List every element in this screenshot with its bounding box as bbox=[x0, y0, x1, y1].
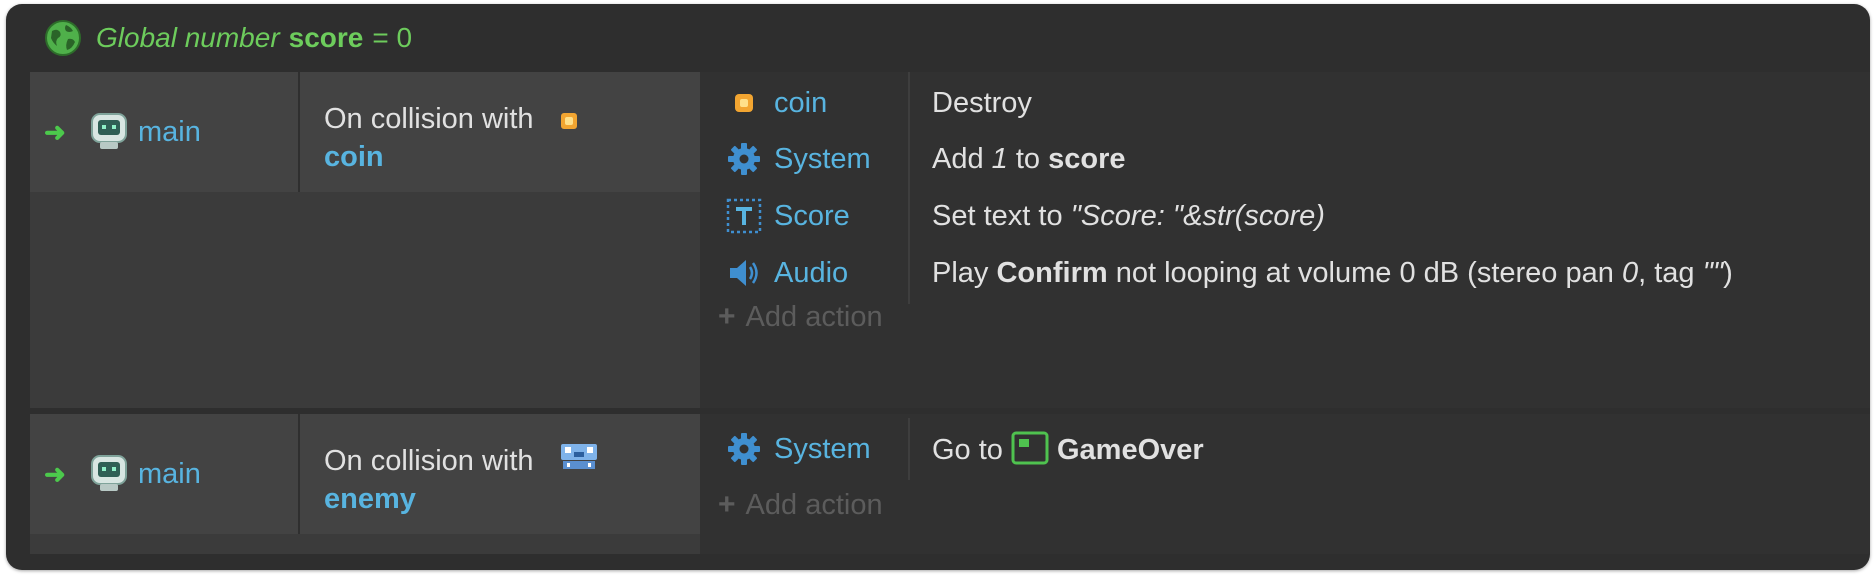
global-variable-row[interactable]: Global number score = 0 bbox=[6, 4, 1870, 72]
condition-label: On collision with bbox=[324, 103, 534, 135]
plus-icon: + bbox=[718, 488, 736, 521]
action-text[interactable]: Set text to "Score: "&str(score) bbox=[910, 200, 1325, 233]
action-row[interactable]: Score Set text to "Score: "&str(score) bbox=[700, 185, 1870, 247]
condition-param: coin bbox=[324, 141, 384, 173]
action-param: 1 bbox=[991, 142, 1008, 175]
global-keyword: Global number bbox=[96, 22, 280, 53]
action-object-name: System bbox=[774, 432, 871, 465]
plus-icon: + bbox=[718, 300, 736, 333]
action-list: coin Destroy System Add 1 to score Score… bbox=[700, 72, 1870, 408]
action-text-part: Add bbox=[932, 142, 992, 175]
condition-param: enemy bbox=[324, 483, 416, 515]
gear-icon bbox=[728, 143, 760, 175]
coin-icon bbox=[735, 94, 753, 112]
robot-icon bbox=[91, 113, 127, 149]
event-block[interactable]: ➜ main On collision with coin coin Destr… bbox=[30, 72, 1870, 408]
action-param: "" bbox=[1702, 256, 1724, 289]
action-text-part: Go to bbox=[932, 434, 1011, 466]
action-param: score bbox=[1048, 142, 1126, 175]
add-action-button[interactable]: + Add action bbox=[718, 300, 883, 334]
condition[interactable]: ➜ main On collision with coin bbox=[30, 72, 700, 192]
layout-icon bbox=[1011, 431, 1049, 465]
action-text-part: Play bbox=[932, 256, 997, 289]
action-param: "Score: "&str(score) bbox=[1070, 199, 1325, 232]
global-variable-value: = 0 bbox=[372, 22, 413, 53]
action-object[interactable]: System bbox=[700, 128, 910, 190]
action-text[interactable]: Add 1 to score bbox=[910, 143, 1126, 176]
action-row[interactable]: System Add 1 to score bbox=[700, 128, 1870, 190]
action-text[interactable]: Destroy bbox=[910, 87, 1032, 120]
action-object[interactable]: coin bbox=[700, 72, 910, 134]
condition[interactable]: ➜ main On collision with enemy bbox=[30, 414, 700, 534]
action-row[interactable]: System Go to GameOver bbox=[700, 418, 1870, 480]
action-row[interactable]: Audio Play Confirm not looping at volume… bbox=[700, 242, 1870, 304]
speaker-icon bbox=[730, 260, 758, 286]
action-object-name: Score bbox=[774, 199, 850, 232]
action-object[interactable]: Audio bbox=[700, 242, 910, 304]
enemy-sprite-icon bbox=[560, 444, 597, 469]
object-name: main bbox=[138, 457, 201, 490]
globe-icon bbox=[45, 20, 81, 56]
coin-icon bbox=[560, 113, 577, 129]
action-object-name: Audio bbox=[774, 256, 849, 289]
action-object[interactable]: System bbox=[700, 418, 910, 480]
add-action-label: Add action bbox=[745, 488, 883, 521]
action-text[interactable]: Play Confirm not looping at volume 0 dB … bbox=[910, 257, 1733, 290]
action-text[interactable]: Go to GameOver bbox=[910, 431, 1204, 467]
condition-text[interactable]: On collision with coin bbox=[300, 72, 578, 192]
action-object[interactable]: Score bbox=[700, 185, 910, 247]
action-param: Confirm bbox=[996, 256, 1108, 289]
arrow-right-icon: ➜ bbox=[44, 458, 66, 489]
action-object-name: System bbox=[774, 142, 871, 175]
global-variable-name: score bbox=[288, 22, 364, 53]
add-action-button[interactable]: + Add action bbox=[718, 488, 883, 522]
condition-object[interactable]: ➜ main bbox=[30, 72, 300, 192]
condition-label: On collision with bbox=[324, 445, 534, 477]
action-param: GameOver bbox=[1057, 434, 1204, 466]
event-sheet: Global number score = 0 ➜ main On collis… bbox=[6, 4, 1870, 570]
arrow-right-icon: ➜ bbox=[44, 116, 66, 147]
action-list: System Go to GameOver + Add action bbox=[700, 414, 1870, 554]
action-text-part: to bbox=[1007, 142, 1049, 175]
action-text-part: not looping at volume 0 dB (stereo pan bbox=[1107, 256, 1622, 289]
action-object-name: coin bbox=[774, 86, 828, 119]
robot-icon bbox=[91, 455, 127, 491]
add-action-label: Add action bbox=[745, 300, 883, 333]
action-text-part: Set text to bbox=[932, 199, 1071, 232]
text-object-icon bbox=[726, 198, 762, 234]
condition-text[interactable]: On collision with enemy bbox=[300, 414, 598, 534]
action-text-part: ) bbox=[1723, 256, 1733, 289]
action-param: 0 bbox=[1621, 256, 1639, 289]
action-text-part: , tag bbox=[1638, 256, 1703, 289]
gear-icon bbox=[728, 433, 760, 465]
object-name: main bbox=[138, 115, 201, 148]
action-text-part: Destroy bbox=[932, 86, 1032, 119]
action-row[interactable]: coin Destroy bbox=[700, 72, 1870, 134]
condition-object[interactable]: ➜ main bbox=[30, 414, 300, 534]
event-block[interactable]: ➜ main On collision with enemy System Go… bbox=[30, 414, 1870, 554]
